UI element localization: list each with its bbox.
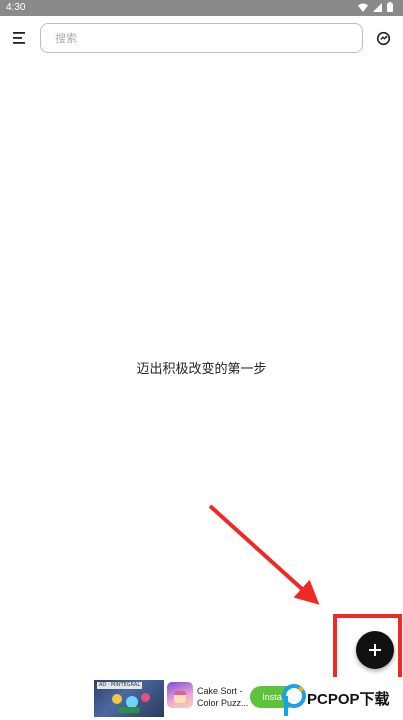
battery-icon bbox=[387, 2, 393, 12]
sync-icon[interactable] bbox=[375, 30, 392, 47]
ad-thumbnail[interactable]: AD · MINTEGRAL bbox=[94, 680, 164, 717]
watermark: PCPOP下载 bbox=[281, 684, 403, 720]
status-bar: 4:30 bbox=[0, 0, 403, 16]
add-button[interactable] bbox=[356, 631, 394, 669]
ad-title[interactable]: Cake Sort - Color Puzz... bbox=[197, 685, 249, 709]
plus-icon bbox=[369, 644, 381, 656]
menu-icon[interactable] bbox=[11, 30, 29, 46]
ad-app-icon[interactable] bbox=[167, 682, 193, 708]
wifi-icon bbox=[358, 3, 368, 12]
signal-icon bbox=[373, 2, 382, 12]
ad-tag: AD · MINTEGRAL bbox=[97, 682, 143, 689]
status-time: 4:30 bbox=[6, 2, 26, 13]
pcpop-logo-icon bbox=[282, 684, 306, 716]
empty-state-message: 迈出积极改变的第一步 bbox=[136, 362, 267, 377]
search-box[interactable] bbox=[40, 23, 363, 53]
status-icons bbox=[358, 2, 393, 12]
watermark-brand: PCPOP下载 bbox=[307, 691, 390, 708]
search-input[interactable] bbox=[41, 24, 362, 52]
